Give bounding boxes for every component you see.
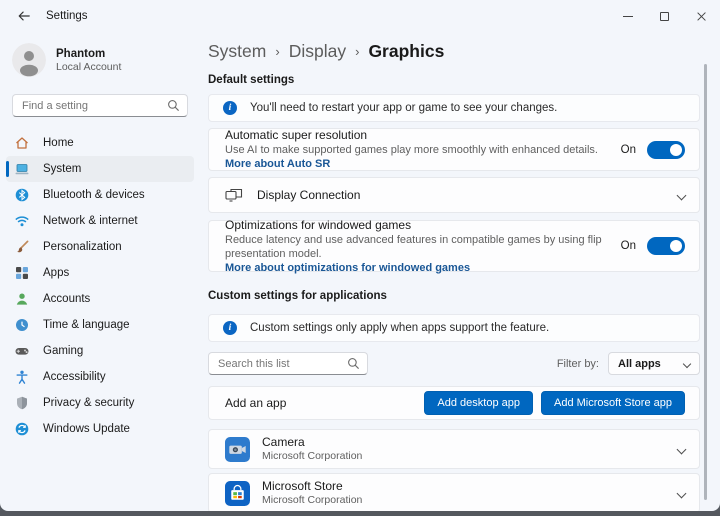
accounts-icon [14, 291, 30, 307]
chevron-down-icon[interactable] [677, 488, 687, 498]
clock-icon [14, 317, 30, 333]
display-connection-title: Display Connection [257, 188, 666, 203]
windowed-games-title: Optimizations for windowed games [225, 218, 607, 233]
brush-icon [14, 239, 30, 255]
avatar [12, 43, 46, 77]
accessibility-icon [14, 369, 30, 385]
default-settings-heading: Default settings [208, 74, 700, 88]
maximize-icon [660, 12, 669, 21]
app-publisher: Microsoft Corporation [262, 494, 666, 507]
windowed-games-toggle[interactable] [647, 237, 685, 255]
titlebar: Settings [0, 0, 720, 32]
windowed-games-card: Optimizations for windowed games Reduce … [208, 220, 700, 272]
user-account[interactable]: Phantom Local Account [0, 40, 200, 80]
back-button[interactable] [14, 6, 34, 26]
app-name: Camera [262, 435, 666, 450]
sidebar-item-bluetooth-devices[interactable]: Bluetooth & devices [6, 182, 194, 208]
restart-info-banner: i You'll need to restart your app or gam… [208, 94, 700, 122]
auto-super-resolution-card: Automatic super resolution Use AI to mak… [208, 128, 700, 171]
user-account-type: Local Account [56, 61, 121, 74]
shield-icon [14, 395, 30, 411]
sidebar-item-windows-update[interactable]: Windows Update [6, 416, 194, 442]
sidebar-item-accounts[interactable]: Accounts [6, 286, 194, 312]
chevron-down-icon [683, 359, 691, 367]
search-list-input[interactable] [208, 352, 368, 375]
search-icon [167, 99, 180, 112]
auto-sr-title: Automatic super resolution [225, 128, 607, 143]
sidebar-item-apps[interactable]: Apps [6, 260, 194, 286]
apps-icon [14, 265, 30, 281]
auto-sr-description: Use AI to make supported games play more… [225, 144, 598, 156]
sidebar: Phantom Local Account Home System [0, 32, 200, 511]
find-setting-search [12, 94, 188, 117]
windowed-games-state-label: On [621, 240, 636, 252]
sidebar-item-accessibility[interactable]: Accessibility [6, 364, 194, 390]
breadcrumb: System › Display › Graphics [208, 38, 700, 64]
app-list-tools: Filter by: All apps [208, 352, 700, 375]
microsoft-store-app-icon [225, 481, 250, 506]
camera-app-icon [225, 437, 250, 462]
windowed-games-description: Reduce latency and use advanced features… [225, 233, 607, 261]
settings-window: Settings Phantom Local Account [0, 0, 720, 511]
minimize-icon [623, 16, 633, 17]
gamepad-icon [14, 343, 30, 359]
add-desktop-app-button[interactable]: Add desktop app [424, 391, 533, 415]
app-title: Settings [46, 10, 88, 22]
main-content: System › Display › Graphics Default sett… [200, 32, 720, 511]
breadcrumb-system[interactable]: System [208, 41, 266, 62]
system-icon [14, 161, 30, 177]
home-icon [14, 135, 30, 151]
update-icon [14, 421, 30, 437]
minimize-button[interactable] [609, 0, 646, 32]
filter-dropdown-value: All apps [618, 358, 680, 370]
wifi-icon [14, 213, 30, 229]
display-connection-card[interactable]: Display Connection [208, 177, 700, 213]
app-publisher: Microsoft Corporation [262, 450, 666, 463]
add-an-app-card: Add an app Add desktop app Add Microsoft… [208, 386, 700, 420]
find-setting-input[interactable] [12, 94, 188, 117]
info-icon: i [223, 101, 237, 115]
more-about-auto-sr-link[interactable]: More about Auto SR [225, 158, 330, 170]
sidebar-item-privacy-security[interactable]: Privacy & security [6, 390, 194, 416]
add-an-app-label: Add an app [225, 396, 416, 410]
back-arrow-icon [17, 9, 31, 23]
info-icon: i [223, 321, 237, 335]
sidebar-item-system[interactable]: System [6, 156, 194, 182]
bluetooth-icon [14, 187, 30, 203]
vertical-scrollbar[interactable] [704, 64, 707, 500]
close-button[interactable] [683, 0, 720, 32]
sidebar-item-time-language[interactable]: Time & language [6, 312, 194, 338]
app-row-microsoft-store[interactable]: Microsoft Store Microsoft Corporation [208, 473, 700, 511]
filter-by-label: Filter by: [557, 358, 599, 370]
custom-settings-heading: Custom settings for applications [208, 290, 700, 304]
auto-sr-toggle[interactable] [647, 141, 685, 159]
window-controls [609, 0, 720, 32]
custom-settings-info-banner: i Custom settings only apply when apps s… [208, 314, 700, 342]
app-row-camera[interactable]: Camera Microsoft Corporation [208, 429, 700, 469]
filter-dropdown[interactable]: All apps [608, 352, 700, 375]
chevron-down-icon[interactable] [677, 444, 687, 454]
window-bottom-edge [0, 511, 720, 516]
breadcrumb-display[interactable]: Display [289, 41, 346, 62]
close-icon [696, 11, 707, 22]
chevron-down-icon[interactable] [677, 190, 687, 200]
sidebar-item-home[interactable]: Home [6, 130, 194, 156]
display-connection-icon [225, 187, 243, 203]
breadcrumb-graphics: Graphics [368, 41, 444, 62]
add-microsoft-store-app-button[interactable]: Add Microsoft Store app [541, 391, 685, 415]
more-about-windowed-link[interactable]: More about optimizations for windowed ga… [225, 261, 607, 275]
maximize-button[interactable] [646, 0, 683, 32]
app-list-search [208, 352, 368, 375]
sidebar-nav: Home System Bluetooth & devices Network … [0, 130, 200, 442]
breadcrumb-separator: › [275, 44, 279, 59]
sidebar-item-gaming[interactable]: Gaming [6, 338, 194, 364]
sidebar-item-personalization[interactable]: Personalization [6, 234, 194, 260]
user-name: Phantom [56, 47, 121, 61]
app-name: Microsoft Store [262, 479, 666, 494]
auto-sr-state-label: On [621, 144, 636, 156]
breadcrumb-separator: › [355, 44, 359, 59]
sidebar-item-network-internet[interactable]: Network & internet [6, 208, 194, 234]
search-icon [347, 357, 360, 370]
